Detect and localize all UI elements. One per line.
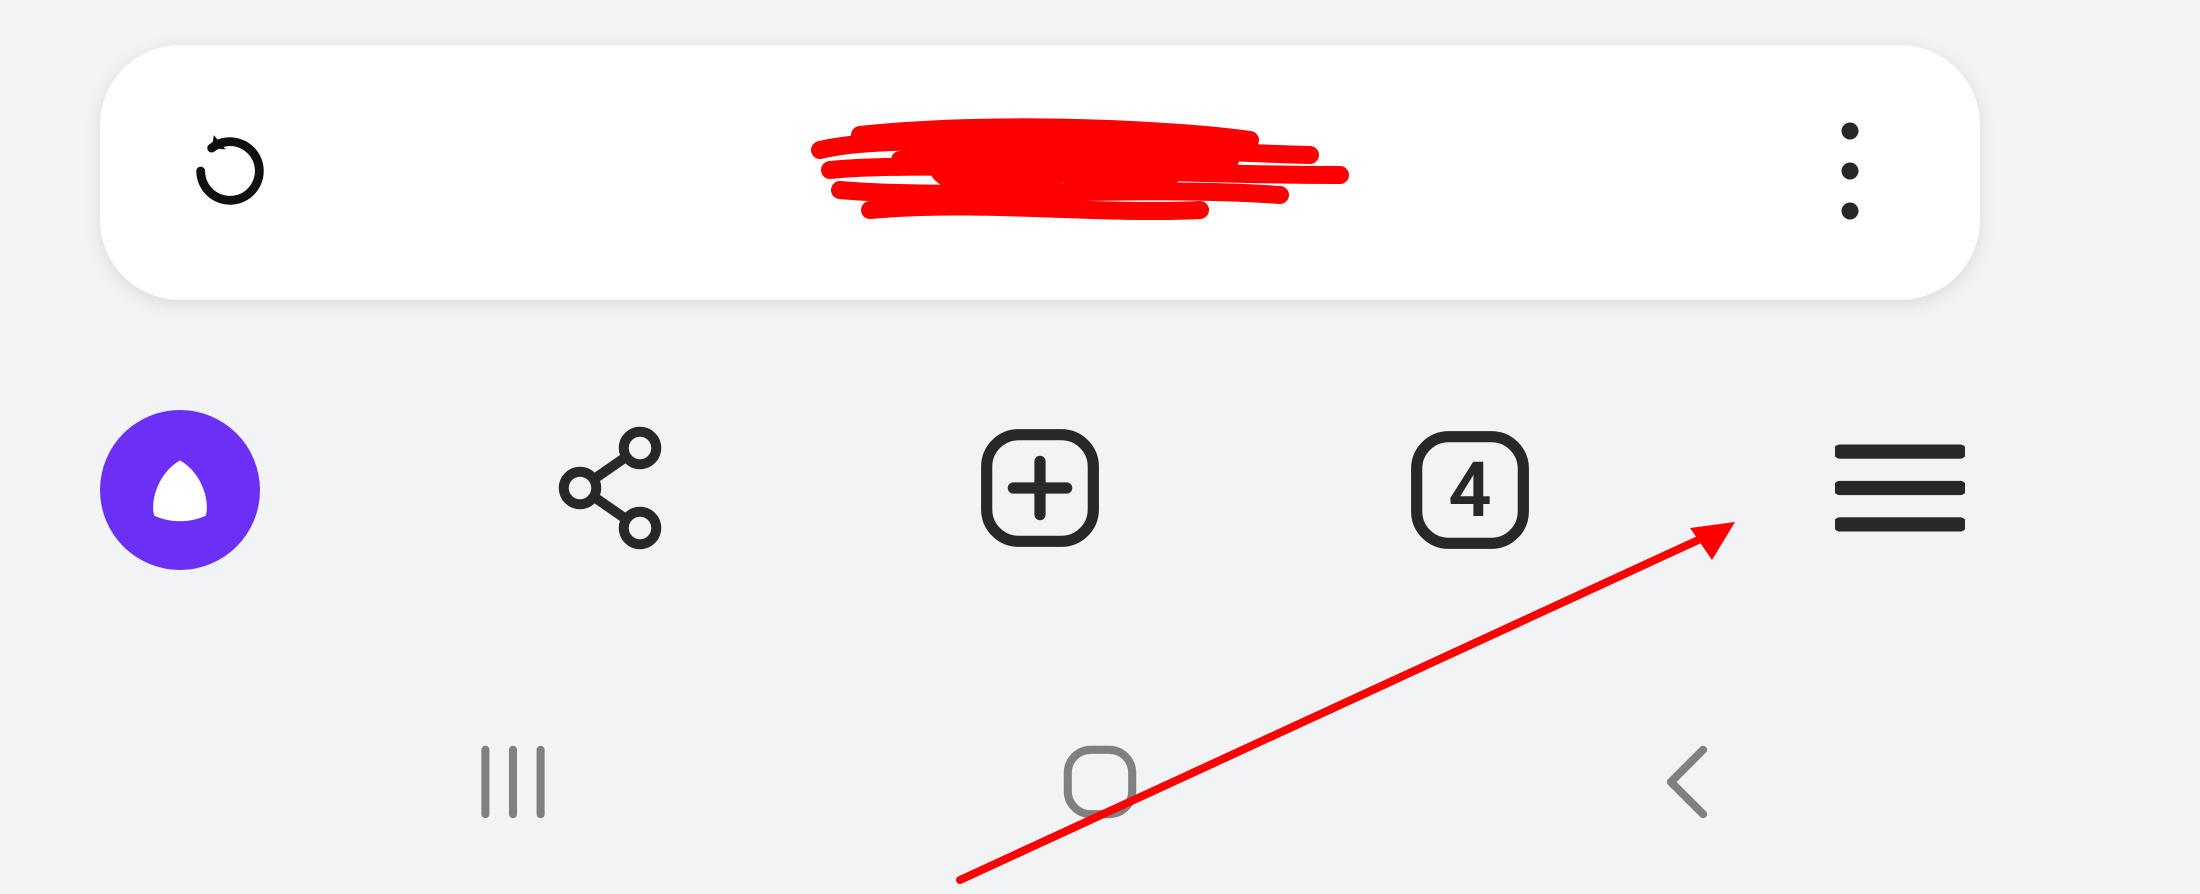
browser-toolbar: 4 — [100, 390, 1980, 590]
url-display-area[interactable] — [290, 45, 1790, 300]
reload-icon — [186, 127, 274, 219]
alice-assistant-button[interactable] — [100, 410, 260, 570]
share-icon — [550, 423, 670, 557]
back-icon — [1651, 736, 1723, 832]
menu-button[interactable] — [1820, 410, 1980, 570]
reload-button[interactable] — [170, 113, 290, 233]
page-options-button[interactable] — [1790, 113, 1910, 233]
device-nav-bar — [0, 674, 2200, 894]
address-bar[interactable] — [100, 45, 1980, 300]
home-icon — [1054, 736, 1146, 832]
device-home-button[interactable] — [1030, 714, 1170, 854]
alice-icon — [100, 410, 260, 570]
tabs-count-icon: 4 — [1448, 445, 1491, 535]
device-back-button[interactable] — [1617, 714, 1757, 854]
kebab-icon — [1836, 116, 1864, 230]
tabs-count-value: 4 — [1448, 445, 1491, 535]
recents-icon — [467, 736, 559, 832]
new-tab-button[interactable] — [960, 410, 1120, 570]
hamburger-icon — [1835, 436, 1965, 544]
device-recents-button[interactable] — [443, 714, 583, 854]
plus-square-icon — [976, 424, 1104, 556]
tabs-button[interactable]: 4 — [1390, 410, 1550, 570]
share-button[interactable] — [530, 410, 690, 570]
